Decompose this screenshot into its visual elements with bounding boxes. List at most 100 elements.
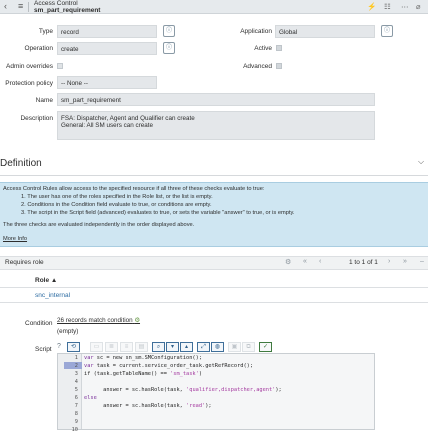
code-line: answer = sc.hasRole(task, 'qualifier,dis… bbox=[84, 387, 282, 393]
code-line: answer = sc.hasRole(task, 'read'); bbox=[84, 403, 212, 409]
table-row[interactable]: snc_internal bbox=[35, 292, 70, 299]
condition-value: (empty) bbox=[57, 328, 79, 335]
code-text: if (task.getTableName() == bbox=[84, 371, 171, 377]
previous-page-icon[interactable]: ‹ bbox=[319, 258, 321, 265]
code-text: ) bbox=[198, 371, 203, 377]
code-text: task = current.service_order_task.getRef… bbox=[93, 363, 254, 369]
info-icon: ⓘ bbox=[383, 28, 390, 34]
last-page-icon[interactable]: » bbox=[403, 258, 407, 265]
name-field[interactable]: sm_part_requirement bbox=[57, 93, 375, 106]
activity-icon[interactable]: ⚡ bbox=[367, 2, 376, 11]
code-text: ); bbox=[205, 403, 212, 409]
active-label: Active bbox=[254, 45, 272, 52]
back-icon[interactable]: ‹ bbox=[4, 1, 7, 11]
type-label: Type bbox=[38, 28, 53, 35]
first-page-icon[interactable]: « bbox=[303, 258, 307, 265]
divider bbox=[0, 302, 428, 303]
line-number: 1 bbox=[74, 355, 78, 361]
info-note: The three checks are evaluated independe… bbox=[3, 222, 195, 228]
code-string: 'sm_task' bbox=[170, 371, 199, 377]
description-field[interactable]: FSA: Dispatcher, Agent and Qualifier can… bbox=[57, 111, 375, 140]
application-field[interactable]: Global bbox=[275, 25, 375, 38]
admin-overrides-label: Admin overrides bbox=[6, 63, 53, 70]
info-item: 2. Conditions in the Condition field eva… bbox=[21, 202, 212, 208]
more-options-icon[interactable]: ⋯ bbox=[401, 2, 409, 11]
pagination-text: 1 to 1 of 1 bbox=[349, 259, 378, 266]
indent-icon[interactable]: ≡ bbox=[120, 342, 133, 352]
condition-link-text: 26 records match condition bbox=[57, 317, 133, 324]
description-line: FSA: Dispatcher, Agent and Qualifier can… bbox=[61, 114, 195, 122]
help-icon[interactable]: ? bbox=[57, 343, 61, 350]
line-number: 8 bbox=[74, 411, 78, 417]
script-debug-icon[interactable]: ⟲ bbox=[67, 342, 80, 352]
protection-policy-select[interactable]: -- None -- bbox=[57, 76, 157, 89]
info-icon: ⓘ bbox=[165, 45, 172, 51]
condition-label: Condition bbox=[25, 320, 53, 327]
code-string: 'qualifier,dispatcher,agent' bbox=[186, 387, 276, 393]
code-line: else bbox=[84, 395, 97, 401]
advanced-checkbox[interactable] bbox=[276, 63, 282, 69]
description-label: Description bbox=[20, 115, 53, 122]
record-name: sm_part_requirement bbox=[34, 6, 101, 14]
refresh-icon[interactable]: ⚙ bbox=[134, 317, 140, 324]
settings-sliders-icon[interactable]: ☷ bbox=[384, 2, 391, 11]
description-line: General: All SM users can create bbox=[61, 121, 154, 129]
code-keyword: else bbox=[84, 395, 97, 401]
code-text: ); bbox=[275, 387, 282, 393]
chevron-down-icon[interactable]: ▾ bbox=[166, 342, 179, 352]
outdent-icon[interactable]: ▤ bbox=[135, 342, 148, 352]
operation-field[interactable]: create bbox=[57, 42, 157, 55]
divider bbox=[0, 175, 428, 176]
advanced-label: Advanced bbox=[243, 63, 272, 70]
copy-icon[interactable]: ⧉ bbox=[242, 342, 255, 352]
column-header-role[interactable]: Role ▲ bbox=[35, 277, 57, 284]
script-label: Script bbox=[35, 346, 52, 353]
code-line: if (task.getTableName() == 'sm_task') bbox=[84, 371, 202, 377]
line-number: 4 bbox=[74, 379, 78, 385]
protection-policy-label: Protection policy bbox=[5, 80, 53, 87]
attachment-icon[interactable]: ⌀ bbox=[416, 2, 421, 11]
info-item: 3. The script in the Script field (advan… bbox=[21, 210, 295, 216]
header-divider bbox=[28, 2, 29, 12]
chevron-up-icon[interactable]: ▴ bbox=[180, 342, 193, 352]
code-text: sc = new sn_sm.SMConfiguration(); bbox=[93, 355, 203, 361]
line-number: 9 bbox=[74, 419, 78, 425]
next-page-icon[interactable]: › bbox=[388, 258, 390, 265]
application-info-button[interactable]: ⓘ bbox=[381, 25, 393, 37]
active-checkbox[interactable] bbox=[276, 45, 282, 51]
fullscreen-icon[interactable]: ⤢ bbox=[197, 342, 210, 352]
line-number: 10 bbox=[71, 427, 78, 433]
format-icon[interactable]: ≣ bbox=[105, 342, 118, 352]
more-info-link[interactable]: More Info bbox=[3, 236, 27, 242]
type-info-button[interactable]: ⓘ bbox=[163, 25, 175, 37]
name-label: Name bbox=[35, 97, 53, 104]
code-line: var sc = new sn_sm.SMConfiguration(); bbox=[84, 355, 202, 361]
code-line: var task = current.service_order_task.ge… bbox=[84, 363, 253, 369]
code-text: answer = sc.hasRole(task, bbox=[84, 403, 187, 409]
code-keyword: var bbox=[84, 363, 94, 369]
info-icon: ⓘ bbox=[165, 28, 172, 34]
info-intro: Access Control Rules allow access to the… bbox=[3, 186, 265, 192]
save-icon[interactable]: ▣ bbox=[228, 342, 241, 352]
application-label: Application bbox=[240, 28, 272, 35]
syntax-check-icon[interactable]: ✓ bbox=[259, 342, 272, 352]
line-number: 6 bbox=[74, 395, 78, 401]
menu-icon[interactable]: ≡ bbox=[18, 1, 23, 11]
code-text: answer = sc.hasRole(task, bbox=[84, 387, 187, 393]
line-number: 2 bbox=[74, 363, 78, 369]
condition-records-link[interactable]: 26 records match condition ⚙ bbox=[57, 317, 140, 324]
line-number: 3 bbox=[74, 371, 78, 377]
search-icon[interactable]: ⌕ bbox=[152, 342, 165, 352]
line-number: 7 bbox=[74, 403, 78, 409]
admin-overrides-checkbox[interactable] bbox=[57, 63, 63, 69]
divider bbox=[0, 287, 428, 288]
code-keyword: var bbox=[84, 355, 94, 361]
type-field[interactable]: record bbox=[57, 25, 157, 38]
globe-icon[interactable]: ◍ bbox=[211, 342, 224, 352]
collapse-icon[interactable]: – bbox=[420, 258, 424, 265]
chevron-down-icon[interactable]: ⌵ bbox=[418, 157, 424, 167]
gear-icon[interactable]: ⚙ bbox=[285, 258, 291, 266]
related-list-title: Requires role bbox=[5, 259, 44, 266]
comment-icon[interactable]: ▭ bbox=[90, 342, 103, 352]
operation-info-button[interactable]: ⓘ bbox=[163, 42, 175, 54]
